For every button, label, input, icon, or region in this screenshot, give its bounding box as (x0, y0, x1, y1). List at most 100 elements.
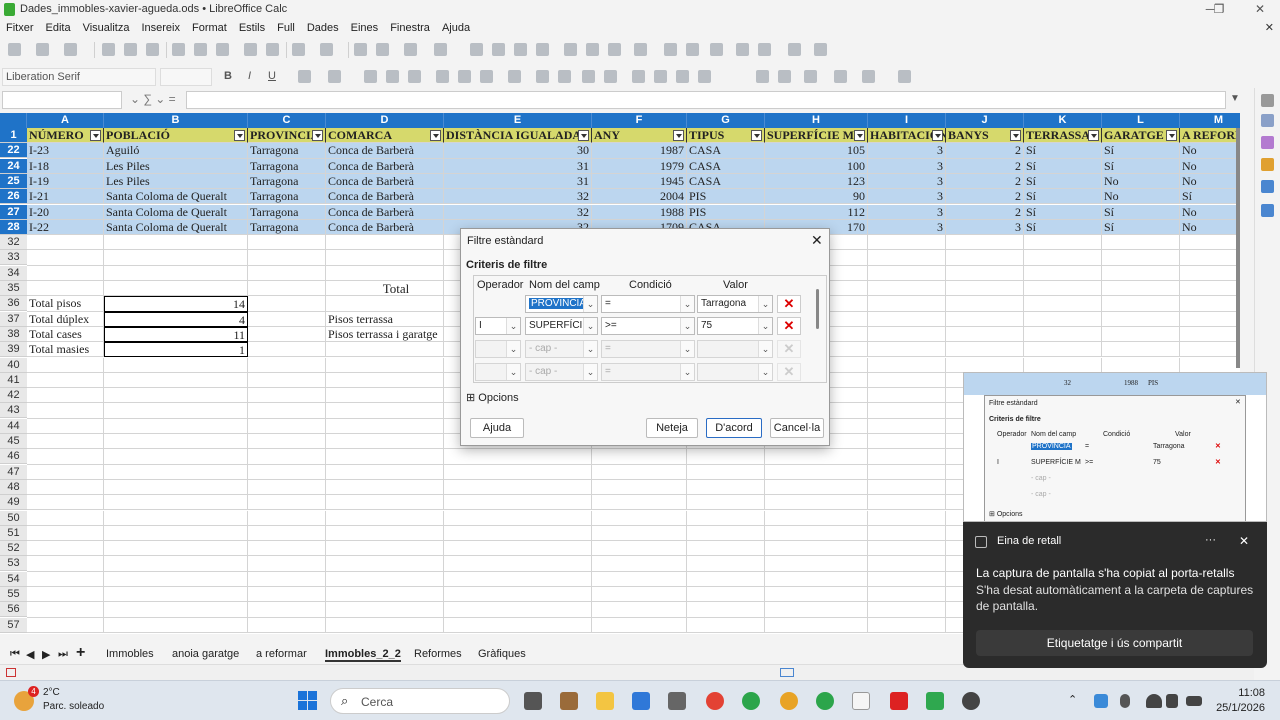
table-cell[interactable] (946, 342, 1024, 358)
condition-combo-3[interactable]: = ⌄ (601, 340, 695, 358)
table-cell[interactable] (1180, 296, 1240, 312)
wifi-icon[interactable] (1146, 694, 1162, 708)
table-cell[interactable]: 112 (765, 204, 868, 220)
tab-reformes[interactable]: Reformes (414, 648, 462, 660)
table-cell[interactable] (104, 357, 248, 373)
row-header[interactable]: 36 (0, 296, 27, 312)
table-cell[interactable] (687, 541, 765, 557)
column-header-b[interactable]: B (104, 113, 248, 128)
table-cell[interactable] (765, 556, 868, 572)
table-cell[interactable] (27, 464, 104, 480)
increase-indent-icon[interactable] (756, 70, 769, 83)
table-cell[interactable] (868, 556, 946, 572)
table-cell[interactable]: No (1180, 143, 1240, 159)
table-cell[interactable]: PIS (687, 189, 765, 205)
field-name-combo-2[interactable]: SUPERFÍCIE M² ⌄ (525, 317, 598, 335)
row-header[interactable]: 54 (0, 571, 27, 587)
row-header[interactable]: 51 (0, 525, 27, 541)
table-cell[interactable] (104, 250, 248, 266)
table-cell[interactable] (868, 357, 946, 373)
notepad-icon[interactable] (852, 692, 870, 710)
align-left-icon[interactable] (364, 70, 377, 83)
percent-icon[interactable] (632, 70, 645, 83)
table-cell[interactable]: 3 (868, 219, 946, 236)
close-button[interactable]: ✕ (1250, 2, 1270, 16)
table-cell[interactable] (326, 495, 444, 511)
table-cell[interactable]: Tarragona (248, 204, 326, 220)
tab-anoia-garatge[interactable]: anoia garatge (172, 648, 239, 660)
header-cell[interactable]: SUPERFÍCIE M² (765, 128, 868, 144)
table-cell[interactable]: No (1102, 173, 1180, 190)
table-cell[interactable] (326, 556, 444, 572)
table-cell[interactable] (27, 587, 104, 603)
summary-label[interactable]: Total dúplex (27, 311, 104, 327)
books-app-icon[interactable] (560, 692, 578, 710)
table-cell[interactable] (104, 479, 248, 496)
properties-icon[interactable] (1261, 114, 1274, 127)
table-cell[interactable]: 31 (444, 158, 592, 174)
table-cell[interactable] (104, 281, 248, 297)
gallery-icon[interactable] (1261, 158, 1274, 171)
table-cell[interactable] (868, 479, 946, 496)
header-cell[interactable]: PROVINCIA (248, 128, 326, 144)
table-cell[interactable] (248, 403, 326, 419)
summary-value[interactable]: 4 (104, 311, 248, 327)
table-cell[interactable] (104, 617, 248, 633)
table-cell[interactable] (104, 372, 248, 389)
table-cell[interactable]: Les Piles (104, 158, 248, 174)
remove-condition-2-button[interactable]: ✕ (777, 317, 801, 335)
border-color-icon[interactable] (862, 70, 875, 83)
table-cell[interactable] (1180, 250, 1240, 266)
table-cell[interactable] (27, 372, 104, 389)
row-header[interactable]: 50 (0, 510, 27, 526)
table-cell[interactable] (248, 311, 326, 327)
table-cell[interactable] (326, 357, 444, 373)
table-cell[interactable]: 3 (868, 204, 946, 220)
autofilter-dropdown-icon[interactable] (430, 130, 441, 141)
clone-formatting-icon[interactable] (244, 43, 257, 56)
row-header[interactable]: 46 (0, 449, 27, 465)
field-name-combo-1[interactable]: PROVINCIA ⌄ (525, 295, 598, 313)
delete-decimal-icon[interactable] (698, 70, 711, 83)
table-cell[interactable]: 3 (946, 219, 1024, 236)
table-cell[interactable] (687, 449, 765, 465)
condition-combo-2[interactable]: >= ⌄ (601, 317, 695, 335)
column-icon[interactable] (434, 43, 447, 56)
table-cell[interactable] (765, 587, 868, 603)
table-cell[interactable] (765, 571, 868, 587)
table-cell[interactable] (326, 388, 444, 404)
table-cell[interactable] (765, 495, 868, 511)
row-header[interactable]: 33 (0, 250, 27, 266)
align-center-icon[interactable] (386, 70, 399, 83)
formula-input[interactable] (186, 91, 1226, 109)
table-cell[interactable] (868, 296, 946, 312)
table-cell[interactable]: I-20 (27, 204, 104, 220)
spelling-icon[interactable] (376, 43, 389, 56)
table-cell[interactable] (104, 525, 248, 542)
table-cell[interactable] (248, 556, 326, 572)
remove-condition-4-button[interactable]: ✕ (777, 363, 801, 381)
table-cell[interactable] (1180, 235, 1240, 251)
table-cell[interactable] (104, 388, 248, 404)
column-header-f[interactable]: F (592, 113, 687, 128)
condition-combo-1[interactable]: = ⌄ (601, 295, 695, 313)
operator-combo-4[interactable]: ⌄ (475, 363, 521, 381)
styles-icon[interactable] (1261, 136, 1274, 149)
sidebar-menu-icon[interactable] (1261, 94, 1274, 107)
volume-icon[interactable] (1166, 694, 1178, 708)
table-cell[interactable]: 3 (868, 173, 946, 190)
table-cell[interactable] (27, 403, 104, 419)
row-header[interactable]: 34 (0, 265, 27, 281)
row-header[interactable]: 52 (0, 541, 27, 557)
row-header[interactable]: 53 (0, 556, 27, 572)
table-cell[interactable] (27, 449, 104, 465)
menu-ajuda[interactable]: Ajuda (436, 20, 476, 36)
help-button[interactable]: Ajuda (470, 418, 524, 438)
table-cell[interactable] (444, 587, 592, 603)
select-all-corner[interactable] (0, 113, 27, 128)
table-cell[interactable] (868, 311, 946, 327)
chrome-profile-4-icon[interactable] (816, 692, 834, 710)
table-cell[interactable] (104, 434, 248, 450)
cancel-button[interactable]: Cancel·la (770, 418, 824, 438)
table-cell[interactable] (868, 403, 946, 419)
